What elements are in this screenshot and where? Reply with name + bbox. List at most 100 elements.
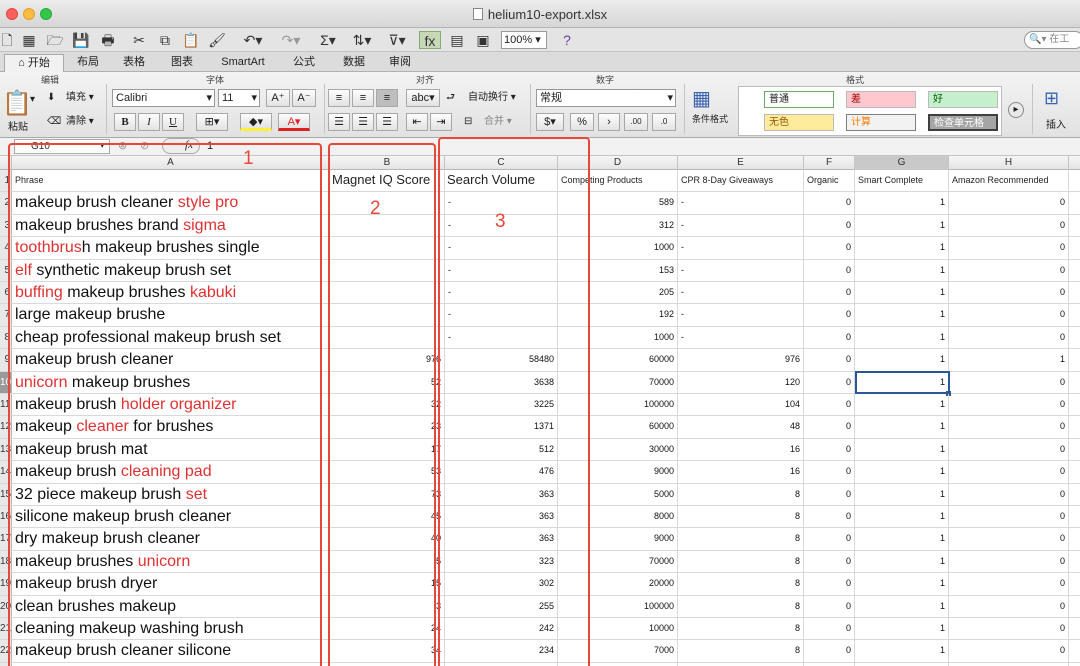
- data-cell-e[interactable]: 8: [678, 595, 804, 617]
- data-cell-e[interactable]: 8: [678, 483, 804, 505]
- data-cell-g[interactable]: 1: [855, 550, 949, 573]
- increase-decimal-button[interactable]: .00: [624, 113, 648, 131]
- new-workbook-icon[interactable]: 🗋: [0, 31, 14, 49]
- data-cell-g[interactable]: 1: [855, 349, 949, 371]
- filter-icon[interactable]: ⊽▾: [383, 31, 411, 49]
- paste-dropdown-icon[interactable]: ▾: [30, 92, 35, 108]
- data-cell-g[interactable]: 1: [855, 438, 949, 461]
- data-cell-e[interactable]: 8: [678, 640, 804, 662]
- data-cell-e[interactable]: 104: [678, 394, 804, 416]
- currency-format-button[interactable]: $▾: [536, 113, 564, 131]
- data-cell-f[interactable]: 0: [804, 326, 855, 349]
- toolbox-icon[interactable]: ▤: [448, 31, 466, 49]
- clear-button[interactable]: 清除 ▾: [66, 114, 94, 130]
- increase-font-button[interactable]: A⁺: [266, 89, 290, 107]
- paste-icon[interactable]: 📋: [182, 31, 200, 49]
- data-cell-f[interactable]: 0: [804, 394, 855, 416]
- percent-format-button[interactable]: %: [570, 113, 594, 131]
- data-cell-f[interactable]: 0: [804, 573, 855, 595]
- data-cell-g[interactable]: 1: [855, 304, 949, 326]
- column-title-g[interactable]: Smart Complete: [855, 170, 949, 192]
- data-cell-g[interactable]: 1: [855, 237, 949, 259]
- eraser-icon[interactable]: ⌫: [47, 114, 61, 130]
- italic-button[interactable]: I: [138, 113, 160, 131]
- data-cell-f[interactable]: 0: [804, 416, 855, 438]
- data-cell-f[interactable]: 0: [804, 506, 855, 528]
- data-cell-h[interactable]: 1: [949, 349, 1069, 371]
- data-cell-h[interactable]: 0: [949, 214, 1069, 237]
- open-folder-icon[interactable]: 🗁: [46, 31, 64, 49]
- data-cell-e[interactable]: 48: [678, 416, 804, 438]
- data-cell-g[interactable]: 1: [855, 326, 949, 349]
- zoom-select[interactable]: 100% ▾: [501, 31, 547, 49]
- data-cell-f[interactable]: 0: [804, 259, 855, 281]
- align-bottom-button[interactable]: ≡: [376, 89, 398, 107]
- data-cell-e[interactable]: 8: [678, 573, 804, 595]
- tab-tables[interactable]: 表格: [112, 54, 156, 72]
- data-cell-f[interactable]: 0: [804, 461, 855, 483]
- data-cell-h[interactable]: 0: [949, 461, 1069, 483]
- decrease-decimal-button[interactable]: .0: [652, 113, 676, 131]
- tab-smartart[interactable]: SmartArt: [208, 54, 278, 72]
- data-cell-h[interactable]: 0: [949, 618, 1069, 640]
- conditional-format-icon[interactable]: ▦: [692, 86, 711, 112]
- data-cell-g[interactable]: 1: [855, 483, 949, 505]
- data-cell-g[interactable]: 1: [855, 416, 949, 438]
- redo-icon[interactable]: ↷▾: [276, 31, 306, 49]
- column-title-f[interactable]: Organic: [804, 170, 855, 192]
- wrap-text-button[interactable]: 自动换行 ▾: [468, 90, 516, 106]
- data-cell-h[interactable]: 0: [949, 259, 1069, 281]
- data-cell-h[interactable]: 0: [949, 192, 1069, 214]
- data-cell-f[interactable]: 0: [804, 618, 855, 640]
- media-browser-icon[interactable]: ▣: [473, 31, 493, 49]
- autosum-icon[interactable]: Σ▾: [314, 31, 342, 49]
- formula-builder-icon[interactable]: fx: [419, 31, 441, 49]
- column-header-e[interactable]: E: [678, 156, 804, 170]
- data-cell-f[interactable]: 0: [804, 304, 855, 326]
- bold-button[interactable]: B: [114, 113, 136, 131]
- align-top-button[interactable]: ≡: [328, 89, 350, 107]
- thousands-format-button[interactable]: ›: [598, 113, 620, 131]
- insert-cells-icon[interactable]: ⊞: [1044, 86, 1059, 110]
- data-cell-f[interactable]: 0: [804, 640, 855, 662]
- data-cell-e[interactable]: -: [678, 326, 804, 349]
- align-middle-button[interactable]: ≡: [352, 89, 374, 107]
- paste-label[interactable]: 粘贴: [8, 120, 28, 136]
- copy-icon[interactable]: ⧉: [156, 31, 174, 49]
- data-cell-f[interactable]: 0: [804, 595, 855, 617]
- data-cell-h[interactable]: 0: [949, 326, 1069, 349]
- data-cell-h[interactable]: 0: [949, 528, 1069, 550]
- data-cell-h[interactable]: 0: [949, 304, 1069, 326]
- data-cell-f[interactable]: 0: [804, 237, 855, 259]
- data-cell-h[interactable]: 0: [949, 640, 1069, 662]
- insert-button[interactable]: 插入: [1046, 118, 1066, 134]
- data-cell-h[interactable]: 0: [949, 416, 1069, 438]
- sort-icon[interactable]: ⇅▾: [348, 31, 376, 49]
- data-cell-h[interactable]: 0: [949, 595, 1069, 617]
- tab-home[interactable]: ⌂ 开始: [4, 54, 64, 72]
- data-cell-h[interactable]: 0: [949, 550, 1069, 573]
- style-normal[interactable]: 普通: [764, 91, 834, 108]
- data-cell-h[interactable]: 0: [949, 371, 1069, 393]
- style-calculation[interactable]: 计算: [846, 114, 916, 131]
- print-icon[interactable]: 🖶: [98, 31, 118, 49]
- data-cell-g[interactable]: 1: [855, 573, 949, 595]
- align-center-button[interactable]: ☰: [352, 113, 374, 131]
- gallery-icon[interactable]: ▦: [20, 31, 38, 49]
- data-cell-e[interactable]: 8: [678, 506, 804, 528]
- fill-down-icon[interactable]: ⬇: [47, 90, 55, 106]
- data-cell-f[interactable]: 0: [804, 483, 855, 505]
- help-icon[interactable]: ?: [558, 31, 576, 49]
- data-cell-e[interactable]: 8: [678, 618, 804, 640]
- data-cell-f[interactable]: 0: [804, 371, 855, 393]
- data-cell-g[interactable]: 1: [855, 640, 949, 662]
- increase-indent-button[interactable]: ⇥: [430, 113, 452, 131]
- data-cell-e[interactable]: -: [678, 282, 804, 304]
- data-cell-e[interactable]: 16: [678, 461, 804, 483]
- data-cell-h[interactable]: 0: [949, 438, 1069, 461]
- wrap-text-icon[interactable]: ⮐: [446, 90, 455, 106]
- tab-charts[interactable]: 图表: [158, 54, 206, 72]
- data-cell-e[interactable]: 120: [678, 371, 804, 393]
- borders-button[interactable]: ⊞▾: [196, 113, 228, 131]
- data-cell-f[interactable]: 0: [804, 438, 855, 461]
